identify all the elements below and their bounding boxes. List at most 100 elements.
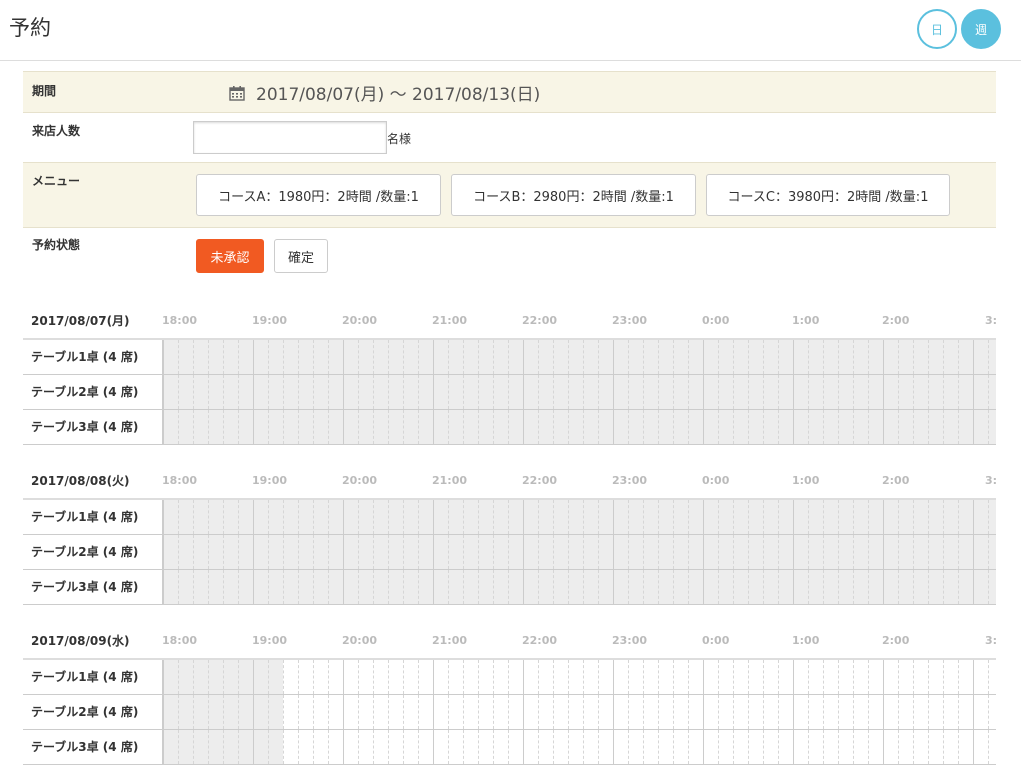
period-value[interactable]: 2017/08/07(月) ～ 2017/08/13(日) [229,80,540,105]
slot-gridline [928,730,929,764]
time-slots[interactable] [163,660,996,694]
period-row: 期間 2017/08/07(月) ～ 2017/08/13(日) [23,71,996,113]
slot-gridline [988,730,989,764]
hour-gridline [703,695,704,729]
slot-gridline [313,730,314,764]
slot-gridline [283,730,284,764]
slot-gridline [373,410,374,444]
hour-gridline [433,340,434,374]
hour-gridline [973,660,974,694]
hour-gridline [523,500,524,534]
slot-gridline [193,375,194,409]
hour-gridline [343,340,344,374]
slot-gridline [328,730,329,764]
people-count-input[interactable] [193,121,387,154]
slot-gridline [763,410,764,444]
course-b-button[interactable]: コースB：2980円：2時間 /数量:1 [451,174,696,216]
slot-gridline [988,535,989,569]
unavailable-slots [163,410,996,444]
slot-gridline [193,570,194,604]
hour-gridline [253,410,254,444]
table-grid: テーブル1卓 (4 席) テーブル2卓 (4 席) テーブル3卓 (4 席) [23,338,996,445]
slot-gridline [853,500,854,534]
hour-gridline [973,375,974,409]
slot-gridline [388,570,389,604]
slot-gridline [868,660,869,694]
slot-gridline [733,410,734,444]
slot-gridline [913,340,914,374]
slot-gridline [763,535,764,569]
slot-gridline [958,410,959,444]
slot-gridline [763,730,764,764]
hour-gridline [883,410,884,444]
hour-gridline [253,375,254,409]
slot-gridline [628,535,629,569]
slot-gridline [673,730,674,764]
time-slots[interactable] [163,340,996,374]
slot-gridline [538,570,539,604]
slot-gridline [313,660,314,694]
slot-gridline [628,660,629,694]
time-label: 3: [985,474,998,487]
hour-gridline [253,660,254,694]
slot-gridline [913,695,914,729]
slot-gridline [988,570,989,604]
slot-gridline [628,500,629,534]
slot-gridline [643,375,644,409]
slot-gridline [178,570,179,604]
slot-gridline [688,535,689,569]
status-confirmed-button[interactable]: 確定 [274,239,328,273]
slot-gridline [388,340,389,374]
time-slots[interactable] [163,410,996,444]
slot-gridline [688,410,689,444]
time-slots[interactable] [163,535,996,569]
slot-gridline [913,660,914,694]
slot-gridline [658,500,659,534]
slot-gridline [838,410,839,444]
time-slots[interactable] [163,570,996,604]
hour-gridline [163,730,164,764]
slot-gridline [748,695,749,729]
week-view-button[interactable]: 週 [961,9,1001,49]
slot-gridline [763,570,764,604]
time-slots[interactable] [163,730,996,764]
hour-gridline [793,500,794,534]
slot-gridline [328,410,329,444]
slot-gridline [358,410,359,444]
slot-gridline [493,570,494,604]
slot-gridline [178,410,179,444]
course-a-button[interactable]: コースA：1980円：2時間 /数量:1 [196,174,441,216]
slot-gridline [583,410,584,444]
hour-gridline [613,500,614,534]
table-row: テーブル2卓 (4 席) [23,375,996,410]
slot-gridline [838,340,839,374]
slot-gridline [943,730,944,764]
slot-gridline [313,500,314,534]
day-view-button[interactable]: 日 [917,9,957,49]
time-slots[interactable] [163,500,996,534]
hour-gridline [523,375,524,409]
time-slots[interactable] [163,695,996,729]
slot-gridline [568,660,569,694]
slot-gridline [553,570,554,604]
status-unapproved-button[interactable]: 未承認 [196,239,264,273]
slot-gridline [628,695,629,729]
hour-gridline [703,570,704,604]
time-slots[interactable] [163,375,996,409]
slot-gridline [718,730,719,764]
slot-gridline [283,660,284,694]
slot-gridline [928,695,929,729]
slot-gridline [388,410,389,444]
people-row: 来店人数 名様 [23,113,996,162]
slot-gridline [463,535,464,569]
course-c-button[interactable]: コースC：3980円：2時間 /数量:1 [706,174,950,216]
slot-gridline [643,695,644,729]
hour-gridline [793,340,794,374]
slot-gridline [838,570,839,604]
status-row: 予約状態 未承認 確定 [23,228,996,284]
table-grid: テーブル1卓 (4 席) テーブル2卓 (4 席) テーブル3卓 (4 席) [23,658,996,765]
time-label: 21:00 [432,474,468,487]
slot-gridline [568,730,569,764]
hour-gridline [433,570,434,604]
slot-gridline [988,375,989,409]
